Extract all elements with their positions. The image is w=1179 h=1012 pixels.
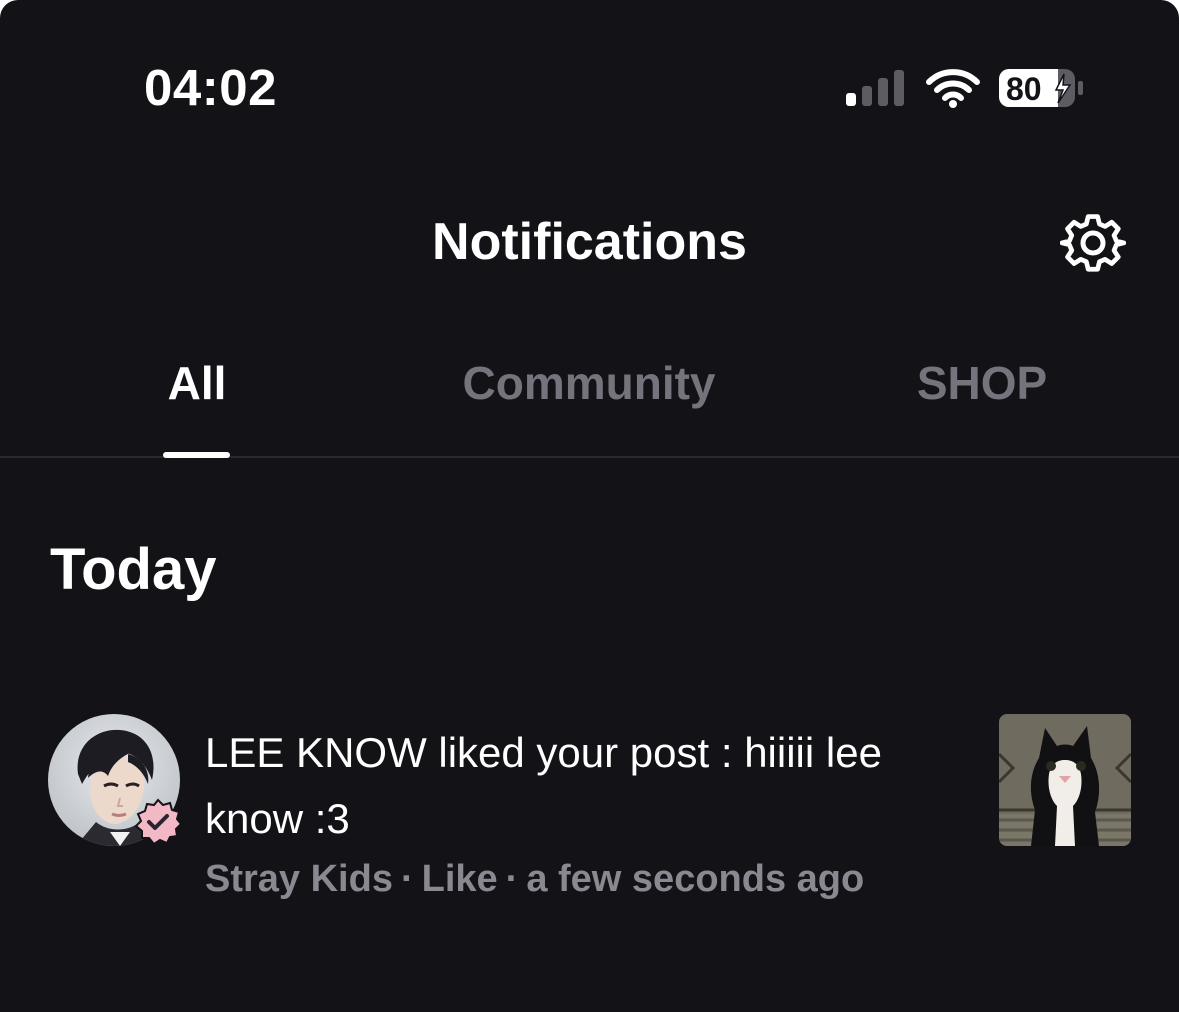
meta-separator: · xyxy=(505,858,519,900)
cat-photo-thumbnail[interactable] xyxy=(999,714,1131,846)
battery-charging-icon: 80 xyxy=(999,69,1083,107)
cellular-signal-icon xyxy=(846,70,906,106)
status-time: 04:02 xyxy=(144,59,277,116)
meta-separator: · xyxy=(400,858,414,900)
wifi-icon xyxy=(926,69,980,108)
notification-text: LEE KNOW liked your post : hiiiii lee kn… xyxy=(205,729,882,842)
notification-meta: Stray Kids · Like · a few seconds ago xyxy=(205,858,864,901)
active-tab-indicator xyxy=(163,452,230,458)
notification-source: Stray Kids xyxy=(205,858,393,900)
notifications-screen: 04:02 80 Notifications All Community SHO… xyxy=(0,0,1179,1012)
gear-icon[interactable] xyxy=(1060,210,1126,276)
tab-all[interactable]: All xyxy=(168,356,227,410)
notification-type: Like xyxy=(421,858,498,900)
battery-level: 80 xyxy=(1006,71,1042,107)
section-title-today: Today xyxy=(50,537,217,602)
notification-time: a few seconds ago xyxy=(526,858,865,900)
notification-item[interactable]: LEE KNOW liked your post : hiiiii lee kn… xyxy=(0,700,1179,940)
tab-shop[interactable]: SHOP xyxy=(917,356,1047,410)
tab-community[interactable]: Community xyxy=(463,356,716,410)
page-title: Notifications xyxy=(432,213,747,271)
verified-badge-icon xyxy=(134,798,182,846)
